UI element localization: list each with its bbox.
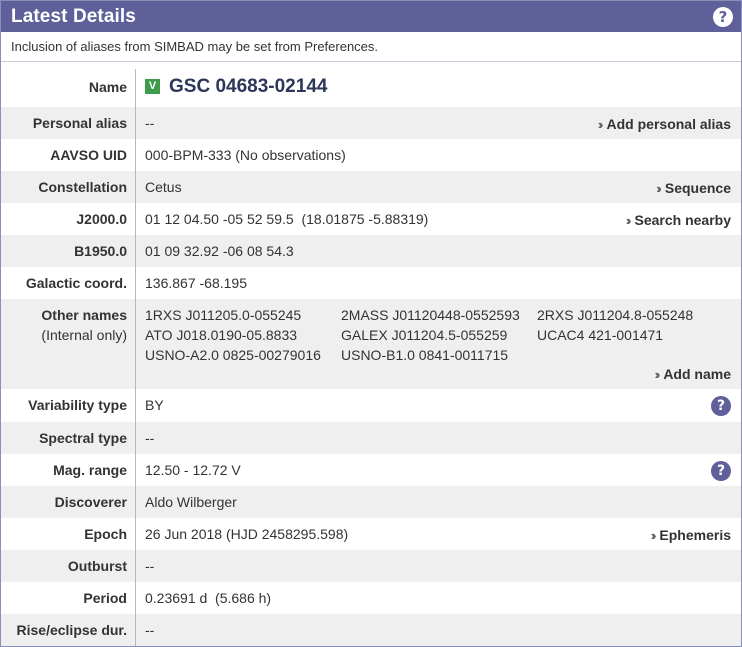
double-chevron-right-icon: ››	[597, 116, 603, 132]
value-mag-range: 12.50 - 12.72 V	[145, 462, 241, 478]
panel-header: Latest Details ?	[1, 1, 741, 32]
latest-details-panel: Latest Details ? Inclusion of aliases fr…	[0, 0, 742, 647]
label-galactic: Galactic coord.	[1, 267, 136, 299]
row-outburst: Outburst --	[1, 550, 741, 582]
label-outburst: Outburst	[1, 550, 136, 582]
row-epoch: Epoch 26 Jun 2018 (HJD 2458295.598) ›› Ep…	[1, 518, 741, 550]
other-name: 1RXS J011205.0-055245	[145, 307, 302, 323]
ephemeris-link[interactable]: ›› Ephemeris	[651, 527, 731, 543]
row-variability: Variability type BY ?	[1, 389, 741, 422]
value-period: 0.23691 d (5.686 h)	[145, 590, 272, 606]
label-constellation: Constellation	[1, 171, 136, 203]
ephemeris-label: Ephemeris	[659, 527, 731, 543]
other-name: 2RXS J011204.8-055248	[537, 307, 694, 323]
row-b1950: B1950.0 01 09 32.92 -06 08 54.3	[1, 235, 741, 267]
add-personal-alias-label: Add personal alias	[606, 116, 731, 132]
label-rise: Rise/eclipse dur.	[1, 614, 136, 646]
other-names-grid: 1RXS J011205.0-055245 2MASS J01120448-05…	[145, 307, 741, 363]
other-name: USNO-B1.0 0841-0011715	[341, 347, 509, 363]
add-name-link[interactable]: ›› Add name	[655, 366, 731, 382]
help-icon[interactable]: ?	[713, 6, 733, 27]
double-chevron-right-icon: ››	[625, 212, 631, 228]
value-constellation: Cetus	[145, 179, 182, 195]
mag-range-help-icon[interactable]: ?	[711, 461, 731, 481]
label-mag-range: Mag. range	[1, 454, 136, 486]
sequence-label: Sequence	[664, 180, 731, 196]
internal-only-label: (Internal only)	[41, 327, 127, 343]
label-discoverer: Discoverer	[1, 486, 136, 518]
value-name: V GSC 04683-02144	[136, 69, 741, 107]
label-other-names: Other names (Internal only)	[1, 299, 136, 389]
other-name: 2MASS J01120448-0552593	[341, 307, 520, 323]
add-name-label: Add name	[663, 366, 731, 382]
add-personal-alias-link[interactable]: ›› Add personal alias	[598, 116, 731, 132]
search-nearby-label: Search nearby	[634, 212, 732, 228]
row-j2000: J2000.0 01 12 04.50 -05 52 59.5 (18.0187…	[1, 203, 741, 235]
label-period: Period	[1, 582, 136, 614]
value-outburst: --	[145, 558, 155, 574]
value-b1950: 01 09 32.92 -06 08 54.3	[145, 243, 294, 259]
label-variability: Variability type	[1, 389, 136, 422]
label-personal-alias: Personal alias	[1, 107, 136, 139]
row-spectral: Spectral type --	[1, 422, 741, 454]
row-discoverer: Discoverer Aldo Wilberger	[1, 486, 741, 518]
other-names-label: Other names	[41, 307, 127, 323]
label-epoch: Epoch	[1, 518, 136, 550]
variable-badge: V	[145, 79, 160, 94]
value-uid: 000-BPM-333 (No observations)	[145, 147, 346, 163]
value-other-names: 1RXS J011205.0-055245 2MASS J01120448-05…	[136, 299, 741, 389]
row-constellation: Constellation Cetus ›› Sequence	[1, 171, 741, 203]
double-chevron-right-icon: ››	[650, 527, 656, 543]
row-other-names: Other names (Internal only) 1RXS J011205…	[1, 299, 741, 389]
row-name: Name V GSC 04683-02144	[1, 69, 741, 107]
row-mag-range: Mag. range 12.50 - 12.72 V ?	[1, 454, 741, 486]
label-j2000: J2000.0	[1, 203, 136, 235]
double-chevron-right-icon: ››	[654, 366, 660, 382]
variability-help-icon[interactable]: ?	[711, 396, 731, 416]
simbad-note: Inclusion of aliases from SIMBAD may be …	[1, 32, 741, 62]
other-name: ATO J018.0190-05.8833	[145, 327, 298, 343]
label-name: Name	[1, 69, 136, 107]
value-spectral: --	[145, 430, 155, 446]
row-period: Period 0.23691 d (5.686 h)	[1, 582, 741, 614]
value-variability: BY	[145, 397, 164, 413]
row-uid: AAVSO UID 000-BPM-333 (No observations)	[1, 139, 741, 171]
other-name: UCAC4 421-001471	[537, 327, 664, 343]
label-spectral: Spectral type	[1, 422, 136, 454]
label-b1950: B1950.0	[1, 235, 136, 267]
other-name: GALEX J011204.5-055259	[341, 327, 508, 343]
label-uid: AAVSO UID	[1, 139, 136, 171]
value-galactic: 136.867 -68.195	[145, 275, 247, 291]
sequence-link[interactable]: ›› Sequence	[656, 180, 731, 196]
panel-title: Latest Details	[11, 5, 136, 27]
row-personal-alias: Personal alias -- ›› Add personal alias	[1, 107, 741, 139]
other-name: USNO-A2.0 0825-00279016	[145, 347, 321, 363]
double-chevron-right-icon: ››	[656, 180, 661, 196]
value-rise: --	[145, 622, 155, 638]
object-name: GSC 04683-02144	[169, 76, 328, 97]
row-rise: Rise/eclipse dur. --	[1, 614, 741, 646]
row-galactic: Galactic coord. 136.867 -68.195	[1, 267, 741, 299]
search-nearby-link[interactable]: ›› Search nearby	[626, 212, 731, 228]
value-discoverer: Aldo Wilberger	[145, 494, 237, 510]
